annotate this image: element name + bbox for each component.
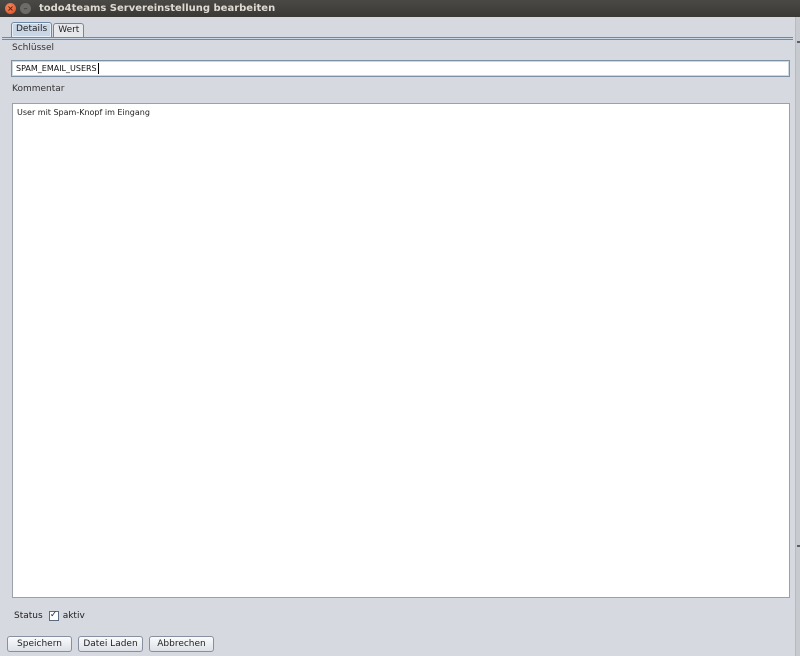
close-icon[interactable]: × [5, 3, 16, 14]
active-checkbox[interactable]: ✓ [48, 610, 59, 621]
status-label: Status [14, 610, 43, 621]
window-titlebar: × – todo4teams Servereinstellung bearbei… [0, 0, 800, 17]
load-file-button[interactable]: Datei Laden [78, 636, 143, 652]
tab-wert[interactable]: Wert [53, 23, 85, 37]
window-right-edge [795, 17, 800, 656]
comment-label: Kommentar [12, 84, 65, 94]
comment-textarea[interactable]: User mit Spam-Knopf im Eingang [12, 103, 790, 598]
key-input-value: SPAM_EMAIL_USERS [16, 64, 97, 73]
tab-divider [2, 37, 793, 40]
key-label: Schlüssel [12, 43, 54, 53]
save-button[interactable]: Speichern [7, 636, 72, 652]
window-title: todo4teams Servereinstellung bearbeiten [39, 3, 276, 14]
tab-details[interactable]: Details [11, 22, 53, 37]
tab-bar: Details Wert [11, 22, 85, 37]
key-input[interactable]: SPAM_EMAIL_USERS [11, 60, 790, 77]
cancel-button[interactable]: Abbrechen [149, 636, 214, 652]
status-row: Status ✓ aktiv [14, 609, 85, 622]
minimize-icon[interactable]: – [20, 3, 31, 14]
check-icon: ✓ [49, 610, 58, 620]
text-caret [97, 63, 99, 74]
active-checkbox-label[interactable]: aktiv [63, 611, 85, 621]
